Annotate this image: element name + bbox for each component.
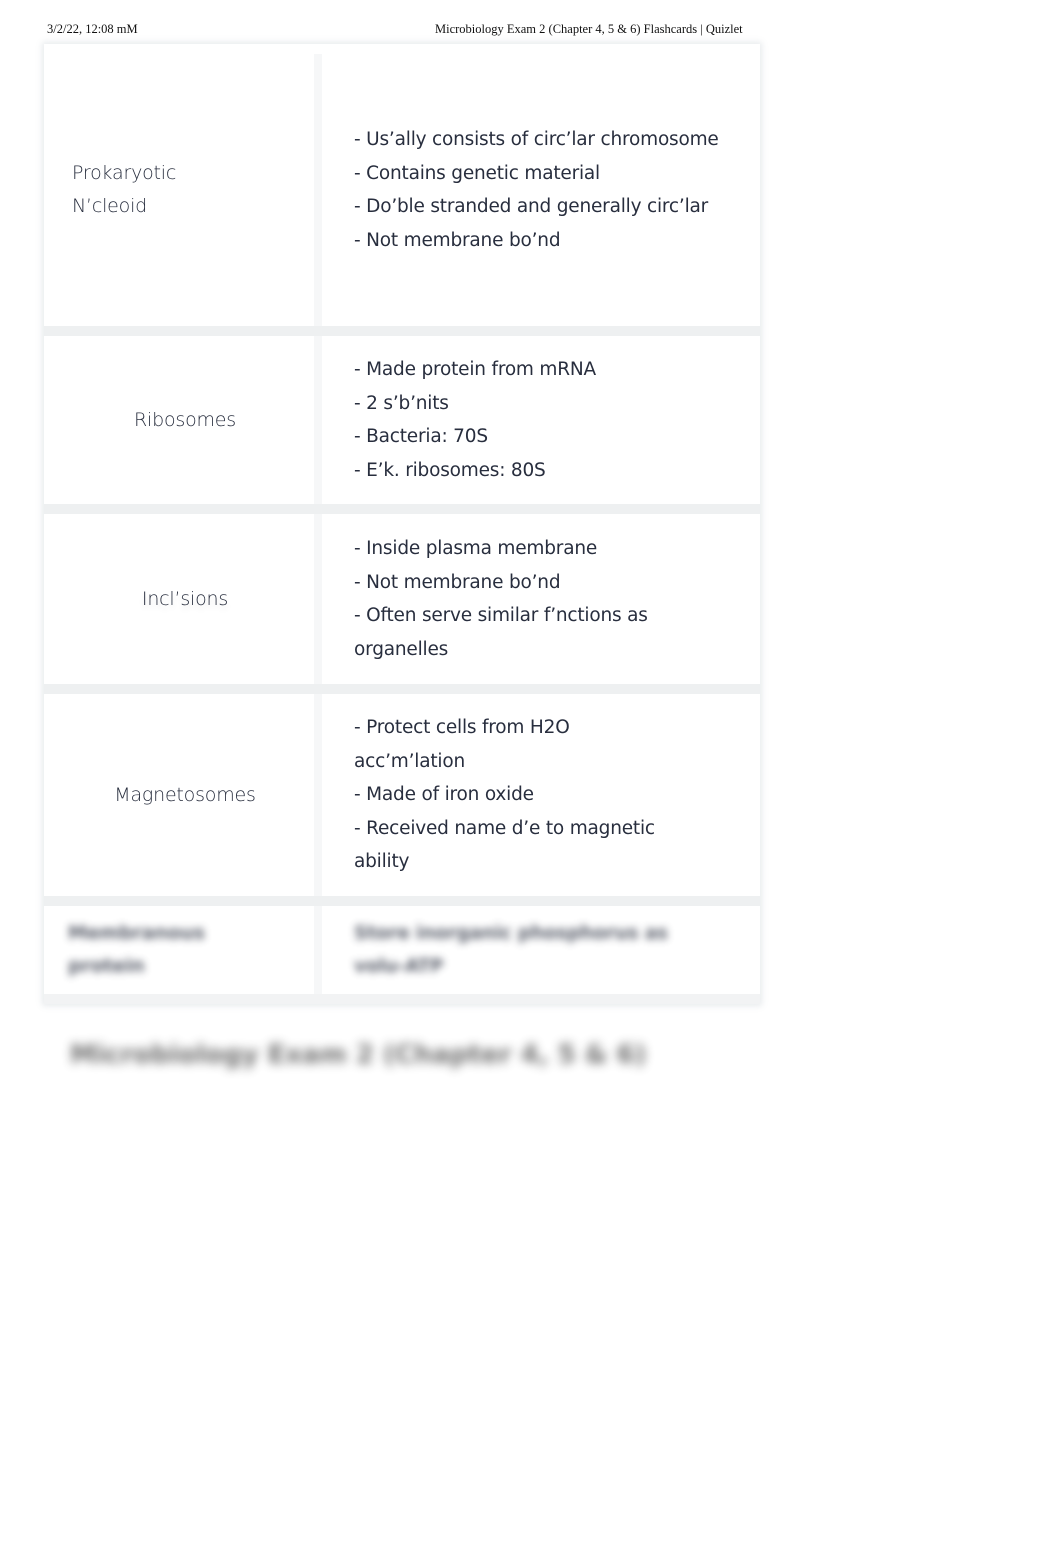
definition-line: - Made of iron oxide bbox=[354, 784, 534, 806]
print-title: Microbiology Exam 2 (Chapter 4, 5 & 6) F… bbox=[435, 22, 743, 36]
definition-text: - Inside plasma membrane - Not membrane … bbox=[354, 532, 684, 666]
flashcard-row-blurred: Membranous protein Store inorganic phosp… bbox=[44, 906, 760, 1004]
print-header: 3/2/22, 12:08 mM Microbiology Exam 2 (Ch… bbox=[0, 22, 1062, 40]
flashcard-table: Prokaryotic N’cleoid - Us’ally consists … bbox=[44, 44, 760, 1004]
definition-line: - Us’ally consists of circ’lar chromosom… bbox=[354, 129, 719, 150]
definition-line: - Do’ble stranded and generally circ’lar bbox=[354, 196, 709, 217]
term-cell: Membranous protein bbox=[56, 906, 322, 994]
definition-text: - Made protein from mRNA - 2 s’b’nits - … bbox=[354, 353, 596, 487]
definition-line: volu-ATP bbox=[354, 956, 444, 977]
definition-line: - Often serve similar f’nctions as organ… bbox=[354, 605, 654, 660]
term-cell: Magnetosomes bbox=[56, 694, 322, 896]
definition-line: - Inside plasma membrane bbox=[354, 538, 598, 559]
flashcard-row: Magnetosomes - Protect cells from H2O ac… bbox=[44, 694, 760, 906]
definition-line: Store inorganic phosphorus as bbox=[354, 922, 668, 944]
term-cell: Incl’sions bbox=[56, 514, 322, 684]
definition-line: - Bacteria: 70S bbox=[354, 426, 488, 447]
term-text: Incl’sions bbox=[141, 587, 229, 610]
definition-cell: - Protect cells from H2O acc’m’lation - … bbox=[354, 694, 734, 896]
flashcard-row: Prokaryotic N’cleoid - Us’ally consists … bbox=[44, 54, 760, 336]
definition-line: - Received name d’e to magnetic ability bbox=[354, 817, 661, 873]
definition-line: - Not membrane bo’nd bbox=[354, 229, 561, 251]
definition-line: - 2 s’b’nits bbox=[354, 392, 449, 414]
definition-cell: Store inorganic phosphorus as volu-ATP bbox=[354, 906, 734, 994]
definition-line: - Made protein from mRNA bbox=[354, 359, 597, 380]
term-text: Magnetosomes bbox=[114, 783, 256, 806]
definition-line: - Contains genetic material bbox=[354, 162, 600, 184]
definition-line: - Not membrane bo’nd bbox=[354, 571, 561, 593]
definition-text: Store inorganic phosphorus as volu-ATP bbox=[354, 917, 668, 984]
flashcard-row: Incl’sions - Inside plasma membrane - No… bbox=[44, 514, 760, 694]
term-text: Prokaryotic N’cleoid bbox=[72, 162, 177, 217]
term-text: Membranous protein bbox=[68, 922, 205, 977]
definition-cell: - Inside plasma membrane - Not membrane … bbox=[354, 514, 734, 684]
definition-cell: - Made protein from mRNA - 2 s’b’nits - … bbox=[354, 336, 734, 504]
definition-line: - E’k. ribosomes: 80S bbox=[354, 459, 546, 481]
term-cell: Ribosomes bbox=[56, 336, 322, 504]
definition-line: - Protect cells from H2O acc’m’lation bbox=[354, 717, 576, 772]
print-date: 3/2/22, 12:08 mM bbox=[47, 22, 138, 36]
definition-text: - Protect cells from H2O acc’m’lation - … bbox=[354, 711, 684, 879]
term-cell: Prokaryotic N’cleoid bbox=[56, 54, 322, 326]
definition-cell: - Us’ally consists of circ’lar chromosom… bbox=[354, 54, 734, 326]
blurred-section-heading: Microbiology Exam 2 (Chapter 4, 5 & 6) bbox=[70, 1040, 647, 1070]
flashcard-row: Ribosomes - Made protein from mRNA - 2 s… bbox=[44, 336, 760, 514]
definition-text: - Us’ally consists of circ’lar chromosom… bbox=[354, 123, 719, 257]
term-text: Ribosomes bbox=[134, 408, 236, 431]
